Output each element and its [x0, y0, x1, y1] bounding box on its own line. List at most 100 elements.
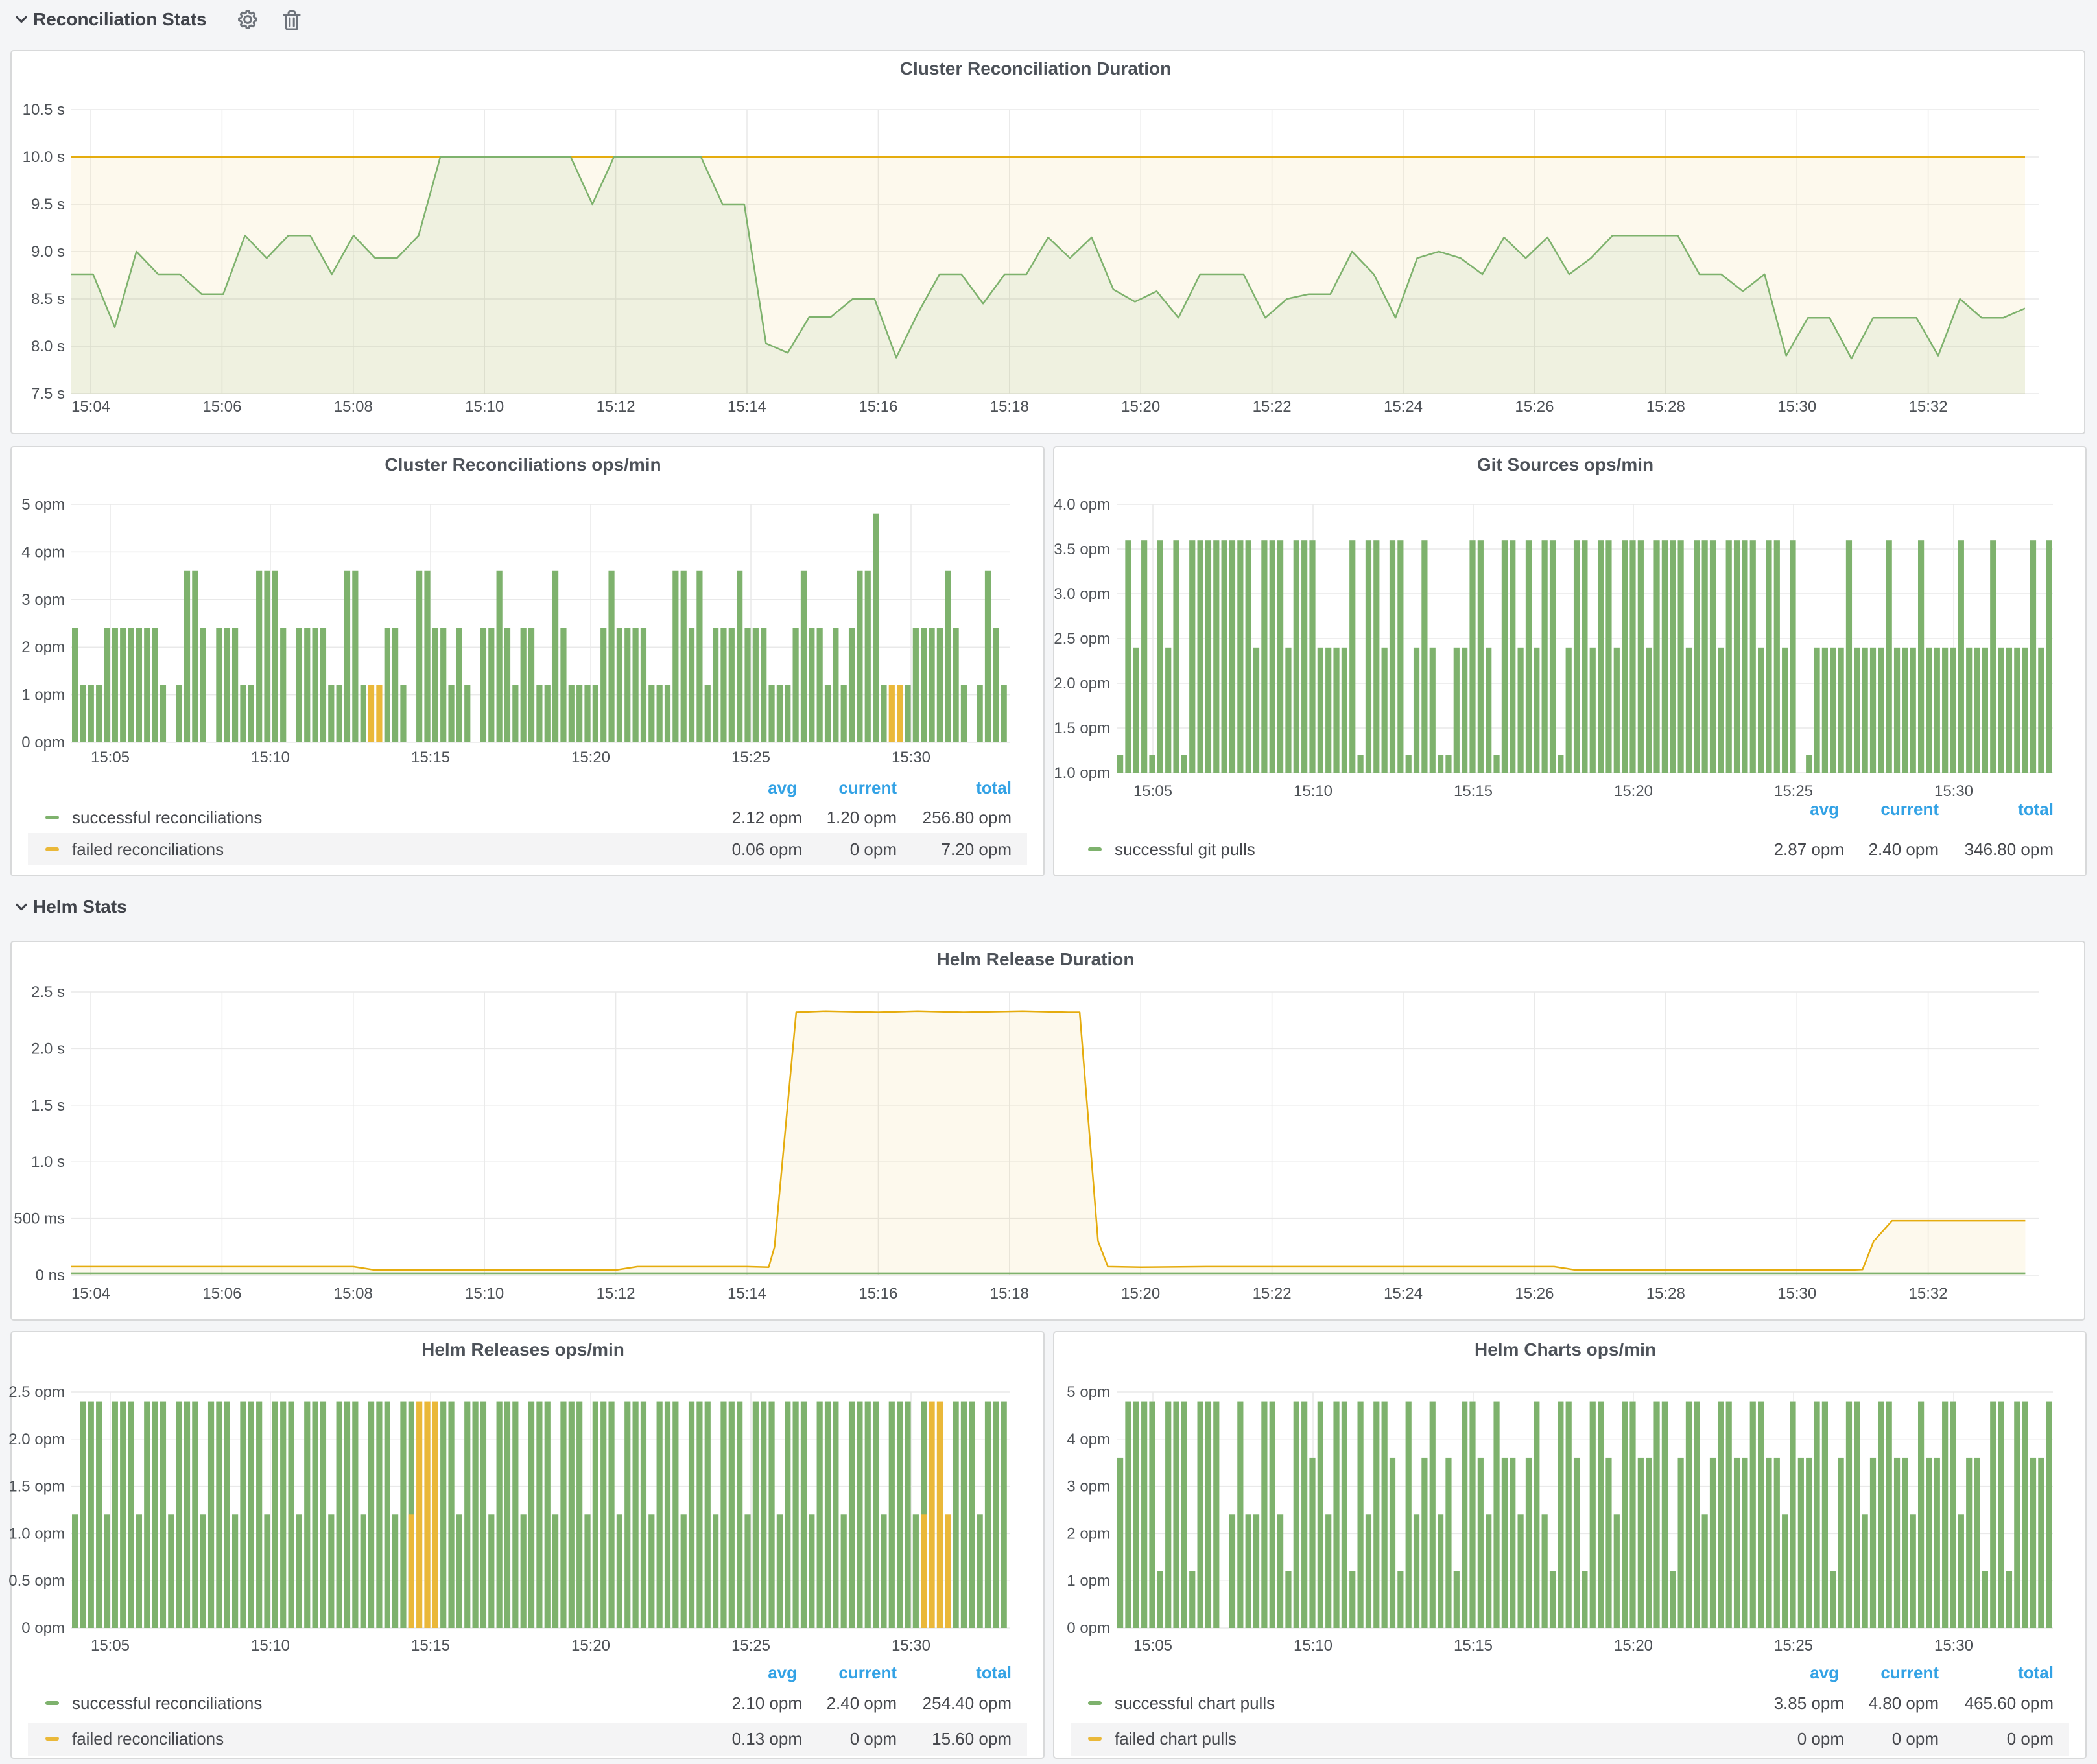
svg-text:15:24: 15:24	[1384, 1285, 1423, 1302]
svg-text:15:22: 15:22	[1253, 398, 1292, 416]
svg-text:2.0 opm: 2.0 opm	[1054, 675, 1110, 692]
svg-text:Helm Release Duration: Helm Release Duration	[937, 949, 1135, 969]
svg-text:15:04: 15:04	[71, 398, 110, 416]
svg-text:465.60 opm: 465.60 opm	[1965, 1693, 2054, 1713]
svg-text:2.5 opm: 2.5 opm	[1054, 630, 1110, 648]
svg-text:Helm Charts ops/min: Helm Charts ops/min	[1475, 1339, 1656, 1359]
svg-text:15:25: 15:25	[731, 749, 770, 766]
svg-text:current: current	[838, 778, 897, 797]
svg-text:2 opm: 2 opm	[21, 639, 65, 656]
svg-text:1.5 s: 1.5 s	[31, 1097, 65, 1114]
svg-text:0 opm: 0 opm	[850, 1729, 897, 1748]
svg-text:15:30: 15:30	[892, 749, 930, 766]
svg-text:Reconciliation Stats: Reconciliation Stats	[33, 9, 207, 29]
svg-text:0 opm: 0 opm	[21, 1619, 65, 1637]
svg-text:successful git pulls: successful git pulls	[1115, 840, 1255, 859]
svg-text:9.5 s: 9.5 s	[31, 196, 65, 213]
svg-text:avg: avg	[1810, 1663, 1839, 1682]
svg-text:15:10: 15:10	[465, 1285, 504, 1302]
svg-text:15:20: 15:20	[571, 749, 610, 766]
svg-text:15:06: 15:06	[202, 398, 241, 416]
svg-text:2 opm: 2 opm	[1067, 1525, 1110, 1542]
svg-text:1 opm: 1 opm	[21, 687, 65, 704]
svg-text:3.5 opm: 3.5 opm	[1054, 541, 1110, 558]
svg-text:0.5 opm: 0.5 opm	[8, 1572, 65, 1590]
svg-text:15:20: 15:20	[1121, 1285, 1160, 1302]
svg-text:15:30: 15:30	[1777, 1285, 1816, 1302]
svg-text:0.06 opm: 0.06 opm	[732, 840, 802, 859]
svg-text:15:28: 15:28	[1646, 398, 1685, 416]
svg-text:2.87 opm: 2.87 opm	[1774, 840, 1844, 859]
svg-text:failed reconciliations: failed reconciliations	[72, 1729, 224, 1748]
svg-text:0 ns: 0 ns	[36, 1267, 65, 1284]
svg-text:15:25: 15:25	[731, 1637, 770, 1654]
svg-text:current: current	[1880, 799, 1939, 819]
svg-text:4.80 opm: 4.80 opm	[1869, 1693, 1939, 1713]
svg-text:3.0 opm: 3.0 opm	[1054, 585, 1110, 603]
svg-text:15:32: 15:32	[1909, 398, 1948, 416]
svg-text:avg: avg	[768, 778, 797, 797]
svg-text:2.0 s: 2.0 s	[31, 1040, 65, 1057]
svg-text:1.0 s: 1.0 s	[31, 1153, 65, 1171]
svg-text:15:14: 15:14	[728, 1285, 766, 1302]
svg-text:15:30: 15:30	[892, 1637, 930, 1654]
svg-text:4.0 opm: 4.0 opm	[1054, 496, 1110, 513]
svg-text:Cluster Reconciliation Duratio: Cluster Reconciliation Duration	[900, 58, 1172, 78]
svg-text:Cluster Reconciliations ops/mi: Cluster Reconciliations ops/min	[385, 454, 661, 475]
svg-text:15:06: 15:06	[202, 1285, 241, 1302]
svg-text:15:05: 15:05	[1133, 782, 1172, 800]
svg-text:2.40 opm: 2.40 opm	[827, 1693, 897, 1713]
svg-text:0 opm: 0 opm	[21, 734, 65, 751]
svg-text:failed reconciliations: failed reconciliations	[72, 840, 224, 859]
svg-text:15:15: 15:15	[411, 1637, 450, 1654]
svg-text:4 opm: 4 opm	[1067, 1431, 1110, 1448]
svg-text:15:05: 15:05	[91, 1637, 130, 1654]
svg-text:8.5 s: 8.5 s	[31, 290, 65, 308]
svg-text:1 opm: 1 opm	[1067, 1572, 1110, 1590]
svg-text:2.0 opm: 2.0 opm	[8, 1431, 65, 1448]
svg-text:successful reconciliations: successful reconciliations	[72, 1693, 262, 1713]
svg-text:15:10: 15:10	[251, 749, 290, 766]
svg-text:1.5 opm: 1.5 opm	[1054, 720, 1110, 737]
svg-text:15:10: 15:10	[251, 1637, 290, 1654]
svg-text:15:10: 15:10	[1294, 782, 1333, 800]
svg-text:total: total	[976, 778, 1012, 797]
svg-text:15:26: 15:26	[1515, 1285, 1554, 1302]
svg-text:15:08: 15:08	[334, 1285, 373, 1302]
svg-text:total: total	[976, 1663, 1012, 1682]
svg-text:15:15: 15:15	[1454, 782, 1493, 800]
svg-text:15:10: 15:10	[465, 398, 504, 416]
svg-text:15:04: 15:04	[71, 1285, 110, 1302]
svg-text:0.13 opm: 0.13 opm	[732, 1729, 802, 1748]
svg-text:346.80 opm: 346.80 opm	[1965, 840, 2054, 859]
svg-text:15:25: 15:25	[1774, 1637, 1813, 1654]
svg-text:7.5 s: 7.5 s	[31, 385, 65, 403]
svg-text:15:26: 15:26	[1515, 398, 1554, 416]
svg-text:2.12 opm: 2.12 opm	[732, 808, 802, 827]
svg-text:15:15: 15:15	[411, 749, 450, 766]
svg-text:5 opm: 5 opm	[21, 496, 65, 513]
svg-text:successful chart pulls: successful chart pulls	[1115, 1693, 1275, 1713]
svg-text:0 opm: 0 opm	[1067, 1619, 1110, 1637]
svg-text:successful reconciliations: successful reconciliations	[72, 808, 262, 827]
svg-text:500 ms: 500 ms	[14, 1210, 65, 1228]
svg-text:Helm Releases ops/min: Helm Releases ops/min	[421, 1339, 624, 1359]
svg-text:avg: avg	[768, 1663, 797, 1682]
svg-text:15:24: 15:24	[1384, 398, 1423, 416]
svg-text:15:16: 15:16	[859, 1285, 897, 1302]
svg-text:254.40 opm: 254.40 opm	[923, 1693, 1012, 1713]
svg-text:256.80 opm: 256.80 opm	[923, 808, 1012, 827]
svg-text:1.5 opm: 1.5 opm	[8, 1478, 65, 1496]
svg-text:Helm Stats: Helm Stats	[33, 897, 127, 917]
svg-text:15:10: 15:10	[1294, 1637, 1333, 1654]
svg-text:2.5 opm: 2.5 opm	[8, 1383, 65, 1401]
svg-text:3.85 opm: 3.85 opm	[1774, 1693, 1844, 1713]
svg-text:15:15: 15:15	[1454, 1637, 1493, 1654]
svg-text:total: total	[2018, 1663, 2054, 1682]
svg-text:2.40 opm: 2.40 opm	[1869, 840, 1939, 859]
svg-text:15:12: 15:12	[597, 1285, 635, 1302]
svg-text:1.20 opm: 1.20 opm	[827, 808, 897, 827]
svg-text:7.20 opm: 7.20 opm	[942, 840, 1012, 859]
svg-text:15:30: 15:30	[1777, 398, 1816, 416]
svg-text:10.5 s: 10.5 s	[23, 101, 65, 119]
